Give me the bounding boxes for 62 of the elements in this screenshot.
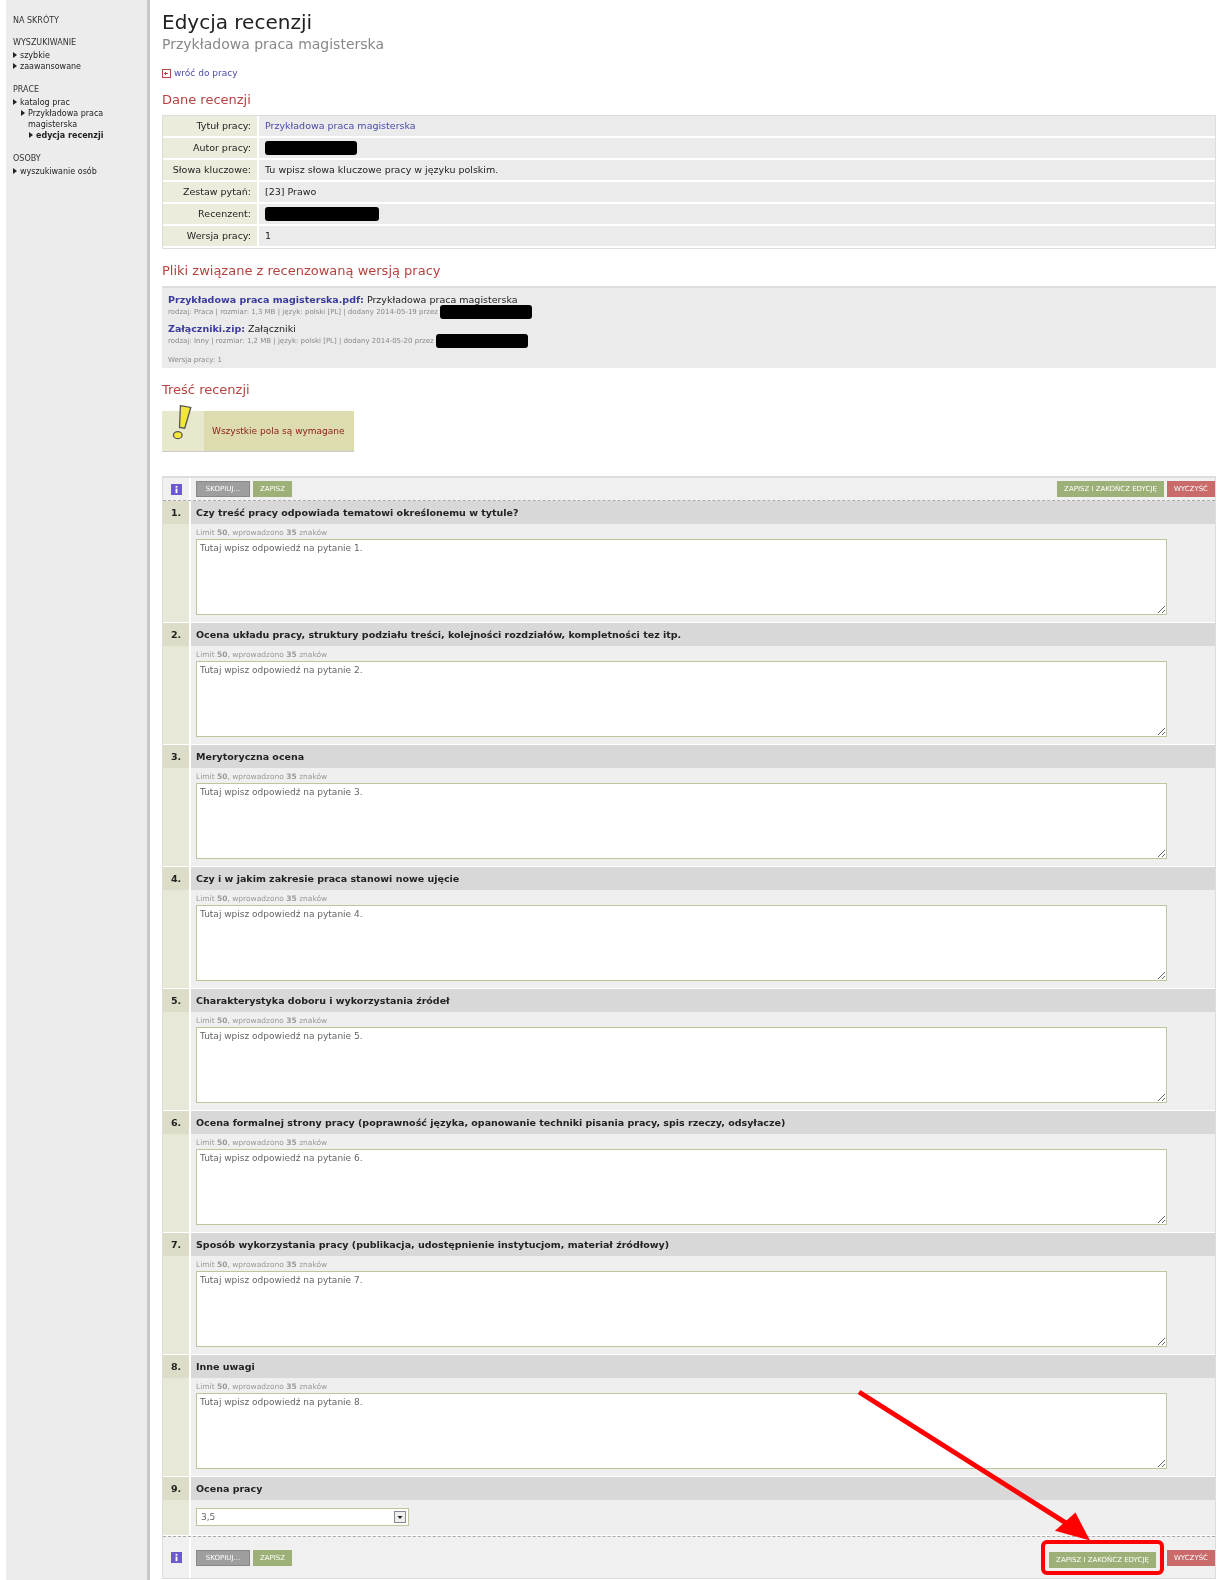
section-heading: Pliki związane z recenzowaną wersją pracy [162, 263, 442, 278]
grade-dropdown[interactable]: 3,5 [196, 1508, 409, 1526]
sidebar-heading: PRACE [13, 85, 41, 94]
answer-field[interactable]: Tutaj wpisz odpowiedź na pytanie 2. [196, 661, 1167, 737]
question-title: Charakterystyka doboru i wykorzystania źródeł [195, 994, 450, 1008]
page-subtitle: Przykładowa praca magisterska [162, 36, 385, 52]
warning-message: Wszystkie pola są wymagane [212, 426, 345, 436]
file-link[interactable]: Przykładowa praca magisterska.pdf: [168, 294, 364, 305]
triangle-icon [29, 132, 33, 138]
sidebar-heading: OSOBY [13, 154, 42, 163]
sidebar-heading: NA SKRÓTY [13, 16, 60, 25]
answer-field[interactable]: Tutaj wpisz odpowiedź na pytanie 5. [196, 1027, 1167, 1103]
answer-field[interactable]: Tutaj wpisz odpowiedź na pytanie 3. [196, 783, 1167, 859]
field-label: Autor pracy: [163, 138, 257, 158]
answer-field[interactable]: Tutaj wpisz odpowiedź na pytanie 7. [196, 1271, 1167, 1347]
sidebar-link[interactable]: szybkie [20, 50, 110, 61]
question-title: Merytoryczna ocena [195, 750, 305, 764]
answer-field[interactable]: Tutaj wpisz odpowiedź na pytanie 8. [196, 1393, 1167, 1469]
question-title: Ocena pracy [195, 1482, 263, 1496]
question-title: Ocena formalnej strony pracy (poprawność języka, opanowanie techniki pisania pracy, spis rzeczy, odsyłacze) [195, 1116, 786, 1130]
sidebar-link[interactable]: wyszukiwanie osób [20, 166, 110, 177]
sidebar-link[interactable]: katalog prac [20, 97, 110, 108]
page-title: Edycja recenzji [162, 10, 313, 34]
field-label: Tytuł pracy: [163, 116, 257, 136]
triangle-icon [13, 168, 17, 174]
question-number: 8. [163, 1355, 191, 1378]
question-number: 4. [163, 867, 191, 890]
title-link[interactable]: Przykładowa praca magisterska [265, 116, 416, 136]
answer-field[interactable]: Tutaj wpisz odpowiedź na pytanie 1. [196, 539, 1167, 615]
field-label: Wersja pracy: [163, 226, 257, 246]
section-heading: Treść recenzji [162, 382, 251, 397]
sidebar-link[interactable]: zaawansowane [20, 61, 110, 72]
field-value: Tu wpisz słowa kluczowe pracy w języku polskim. [265, 163, 499, 177]
field-label: Słowa kluczowe: [163, 160, 257, 180]
back-link[interactable]: wróć do pracy [174, 68, 238, 78]
question-title: Inne uwagi [195, 1360, 255, 1374]
question-title: Czy i w jakim zakresie praca stanowi nowe ujęcie [195, 872, 460, 886]
field-value: 1 [265, 229, 272, 243]
field-label: Zestaw pytań: [163, 182, 257, 202]
answer-field[interactable]: Tutaj wpisz odpowiedź na pytanie 6. [196, 1149, 1167, 1225]
question-title: Czy treść pracy odpowiada tematowi określonemu w tytule? [195, 506, 519, 520]
info-icon[interactable] [170, 1552, 182, 1563]
question-number: 2. [163, 623, 191, 646]
back-icon [162, 68, 171, 78]
question-number: 3. [163, 745, 191, 768]
question-title: Ocena układu pracy, struktury podziału treści, kolejności rozdziałów, kompletności tez itp. [195, 628, 682, 642]
info-icon[interactable] [170, 483, 182, 495]
question-number: 1. [163, 501, 191, 524]
question-number: 5. [163, 989, 191, 1012]
file-description: Przykładowa praca magisterska [366, 294, 518, 305]
question-number: 9. [163, 1477, 191, 1500]
question-number: 7. [163, 1233, 191, 1256]
field-label: Recenzent: [163, 204, 257, 224]
sidebar-link[interactable]: edycja recenzji [36, 130, 126, 141]
sidebar-heading: WYSZUKIWANIE [13, 38, 78, 47]
question-title: Sposób wykorzystania pracy (publikacja, udostępnienie instytucjom, materiał źródłowy) [195, 1238, 670, 1252]
file-link[interactable]: Załączniki.zip: [168, 323, 245, 334]
question-number: 6. [163, 1111, 191, 1134]
field-value: [23] Prawo [265, 185, 317, 199]
section-heading: Dane recenzji [162, 92, 252, 107]
file-description: Załączniki [248, 323, 296, 334]
answer-field[interactable]: Tutaj wpisz odpowiedź na pytanie 4. [196, 905, 1167, 981]
